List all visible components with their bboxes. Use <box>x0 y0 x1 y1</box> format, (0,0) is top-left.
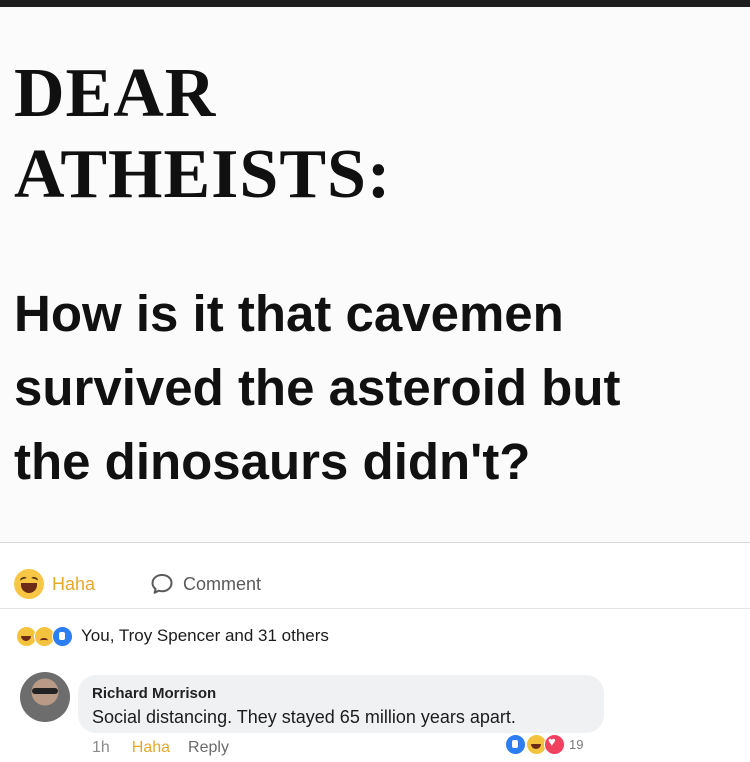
headline-line-1: DEAR <box>14 55 217 132</box>
question-line-2: survived the asteroid but <box>14 359 621 416</box>
comment-bubble: Richard Morrison Social distancing. They… <box>78 675 604 733</box>
question-text: How is it that cavemen survived the aste… <box>14 277 750 499</box>
haha-label: Haha <box>52 573 96 594</box>
headline: DEAR ATHEISTS: <box>14 53 391 215</box>
reaction-summary-text: You, Troy Spencer and 31 others <box>81 626 329 645</box>
haha-button[interactable]: Haha <box>14 568 95 600</box>
comment-haha-button[interactable]: Haha <box>132 739 170 757</box>
haha-emoji-icon <box>14 569 44 599</box>
question-line-1: How is it that cavemen <box>14 285 564 342</box>
comment-label: Comment <box>183 573 262 594</box>
comment-reaction-count: 19 <box>569 737 584 752</box>
comment-button[interactable]: Comment <box>150 568 261 600</box>
like-icon <box>505 734 526 755</box>
love-icon <box>544 734 565 755</box>
comment-author[interactable]: Richard Morrison <box>92 685 216 702</box>
headline-line-2: ATHEISTS: <box>14 136 392 213</box>
top-bar <box>0 0 750 7</box>
comment: Richard Morrison Social distancing. They… <box>20 672 740 762</box>
avatar[interactable] <box>20 672 70 722</box>
like-icon <box>52 625 73 647</box>
comment-reactions[interactable]: 19 <box>505 734 584 755</box>
comment-text: Social distancing. They stayed 65 millio… <box>92 707 516 727</box>
post-image[interactable]: DEAR ATHEISTS: How is it that cavemen su… <box>0 7 750 543</box>
comment-icon <box>151 574 173 594</box>
comment-time[interactable]: 1h <box>92 739 110 757</box>
comment-reply-button[interactable]: Reply <box>188 739 229 757</box>
question-line-3: the dinosaurs didn't? <box>14 433 531 490</box>
reaction-summary[interactable]: You, Troy Spencer and 31 others <box>16 624 329 648</box>
comment-meta: 1h Haha Reply <box>92 739 229 757</box>
action-bar: Haha Comment <box>0 560 750 609</box>
